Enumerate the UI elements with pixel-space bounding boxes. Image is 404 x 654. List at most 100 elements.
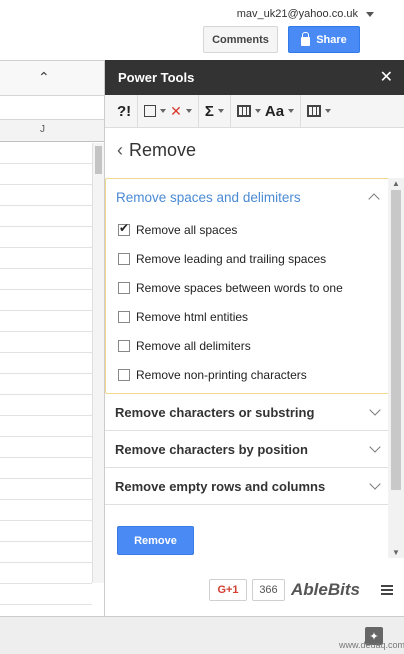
chevron-down-icon	[288, 109, 295, 113]
section-title: Remove spaces and delimiters	[116, 189, 301, 205]
gplus-count: 366	[252, 579, 285, 601]
table-tool-button[interactable]	[301, 95, 337, 128]
grid-row[interactable]	[0, 248, 92, 269]
grid-row[interactable]	[0, 584, 92, 605]
option-all-delimiters[interactable]: Remove all delimiters	[106, 331, 388, 360]
grid-row[interactable]	[0, 143, 92, 164]
chevron-left-icon[interactable]: ‹	[117, 140, 123, 161]
section-header[interactable]: Remove characters or substring	[105, 394, 389, 430]
watermark-text: www.deuaq.com	[339, 640, 404, 650]
section-by-position[interactable]: Remove characters by position	[105, 431, 389, 468]
chevron-up-icon[interactable]	[368, 193, 380, 205]
column-header[interactable]: J	[0, 120, 104, 142]
grid-row[interactable]	[0, 374, 92, 395]
grid-row[interactable]	[0, 542, 92, 563]
formula-bar[interactable]	[0, 96, 104, 120]
grid-row[interactable]	[0, 500, 92, 521]
chevron-down-icon[interactable]	[369, 478, 381, 490]
checkbox[interactable]	[118, 281, 130, 294]
grid-row[interactable]	[0, 458, 92, 479]
grid-row[interactable]	[0, 563, 92, 584]
grid-row[interactable]	[0, 290, 92, 311]
section-title: Remove characters or substring	[115, 404, 315, 420]
tool-strip: ?! ✕ Σ Aa	[105, 94, 404, 128]
section-title: Remove characters by position	[115, 441, 308, 457]
option-label: Remove all delimiters	[136, 338, 251, 353]
checkbox[interactable]	[118, 310, 130, 323]
collapse-menu-icon[interactable]: ⌃	[38, 69, 50, 86]
grid-row[interactable]	[0, 164, 92, 185]
chevron-down-icon	[185, 109, 192, 113]
option-label: Remove spaces between words to one	[136, 280, 343, 295]
scroll-thumb[interactable]	[95, 146, 102, 174]
chevron-down-icon	[160, 109, 167, 113]
grid-row[interactable]	[0, 206, 92, 227]
option-leading-trailing[interactable]: Remove leading and trailing spaces	[106, 244, 388, 273]
grid-row[interactable]	[0, 185, 92, 206]
scroll-down-icon[interactable]: ▼	[392, 548, 400, 557]
lock-icon	[301, 31, 311, 46]
section-title: Remove empty rows and columns	[115, 478, 326, 494]
chevron-down-icon[interactable]	[369, 441, 381, 453]
chevron-down-icon	[254, 109, 261, 113]
account-email[interactable]: mav_uk21@yahoo.co.uk	[237, 8, 358, 20]
grid-row[interactable]	[0, 332, 92, 353]
delete-rows-icon: ✕	[170, 102, 182, 119]
chevron-down-icon[interactable]	[369, 404, 381, 416]
checkbox[interactable]	[118, 221, 130, 236]
section-title: Remove	[129, 139, 197, 160]
scroll-up-icon[interactable]: ▲	[392, 179, 400, 188]
back-navigation[interactable]: ‹ Remove	[105, 128, 404, 172]
option-between-words[interactable]: Remove spaces between words to one	[106, 273, 388, 302]
insert-rows-icon	[144, 105, 157, 117]
checkbox[interactable]	[118, 368, 130, 381]
insert-tool-button[interactable]: ✕	[138, 94, 199, 128]
grid-row[interactable]	[0, 227, 92, 248]
ablebits-logo[interactable]: AbleBits	[291, 580, 360, 600]
account-chevron-down-icon[interactable]	[366, 12, 374, 17]
chevron-down-icon	[325, 109, 332, 113]
sum-tool-button[interactable]: Σ	[199, 94, 231, 128]
option-remove-all-spaces[interactable]: Remove all spaces	[106, 215, 388, 244]
table-icon	[307, 105, 322, 117]
remove-button[interactable]: Remove	[117, 526, 194, 555]
checkbox[interactable]	[118, 252, 130, 265]
option-label: Remove leading and trailing spaces	[136, 251, 327, 266]
hamburger-menu-icon[interactable]	[381, 585, 393, 595]
grid-row[interactable]	[0, 311, 92, 332]
grid-row[interactable]	[0, 416, 92, 437]
scroll-thumb[interactable]	[391, 190, 401, 490]
checkbox[interactable]	[118, 339, 130, 352]
panel-title: Power Tools	[118, 70, 195, 85]
grid-row[interactable]	[0, 353, 92, 374]
section-substring[interactable]: Remove characters or substring	[105, 394, 389, 431]
text-case-icon: Aa	[264, 102, 285, 120]
panel-header: Power Tools ✕	[105, 60, 404, 95]
close-icon[interactable]: ✕	[380, 67, 393, 87]
section-empty-rows[interactable]: Remove empty rows and columns	[105, 468, 389, 505]
column-letter: J	[40, 124, 45, 135]
google-plus-button[interactable]: G+1	[209, 579, 247, 601]
comments-button[interactable]: Comments	[203, 26, 278, 53]
grid-rows[interactable]	[0, 143, 92, 605]
find-tool-button[interactable]: ?!	[111, 94, 139, 128]
section-header-spaces[interactable]: Remove spaces and delimiters	[106, 179, 388, 215]
spreadsheet-area: ⌃ J ◂ ▸	[0, 60, 104, 616]
panel-scrollbar[interactable]: ▲ ▼	[388, 178, 404, 558]
grid-row[interactable]	[0, 479, 92, 500]
section-header[interactable]: Remove characters by position	[105, 431, 389, 467]
top-bar: mav_uk21@yahoo.co.uk Comments Share	[0, 0, 404, 60]
grid-row[interactable]	[0, 395, 92, 416]
grid-row[interactable]	[0, 521, 92, 542]
option-html-entities[interactable]: Remove html entities	[106, 302, 388, 331]
section-header[interactable]: Remove empty rows and columns	[105, 468, 389, 504]
merge-cells-icon	[236, 105, 251, 117]
sigma-icon: Σ	[204, 102, 214, 120]
sheet-vertical-scrollbar[interactable]	[92, 143, 104, 583]
panel-footer: G+1 366 AbleBits	[105, 575, 404, 616]
share-button[interactable]: Share	[288, 26, 360, 53]
option-non-printing[interactable]: Remove non-printing characters	[106, 360, 388, 389]
merge-tool-button[interactable]: Aa	[231, 94, 302, 128]
grid-row[interactable]	[0, 437, 92, 458]
grid-row[interactable]	[0, 269, 92, 290]
